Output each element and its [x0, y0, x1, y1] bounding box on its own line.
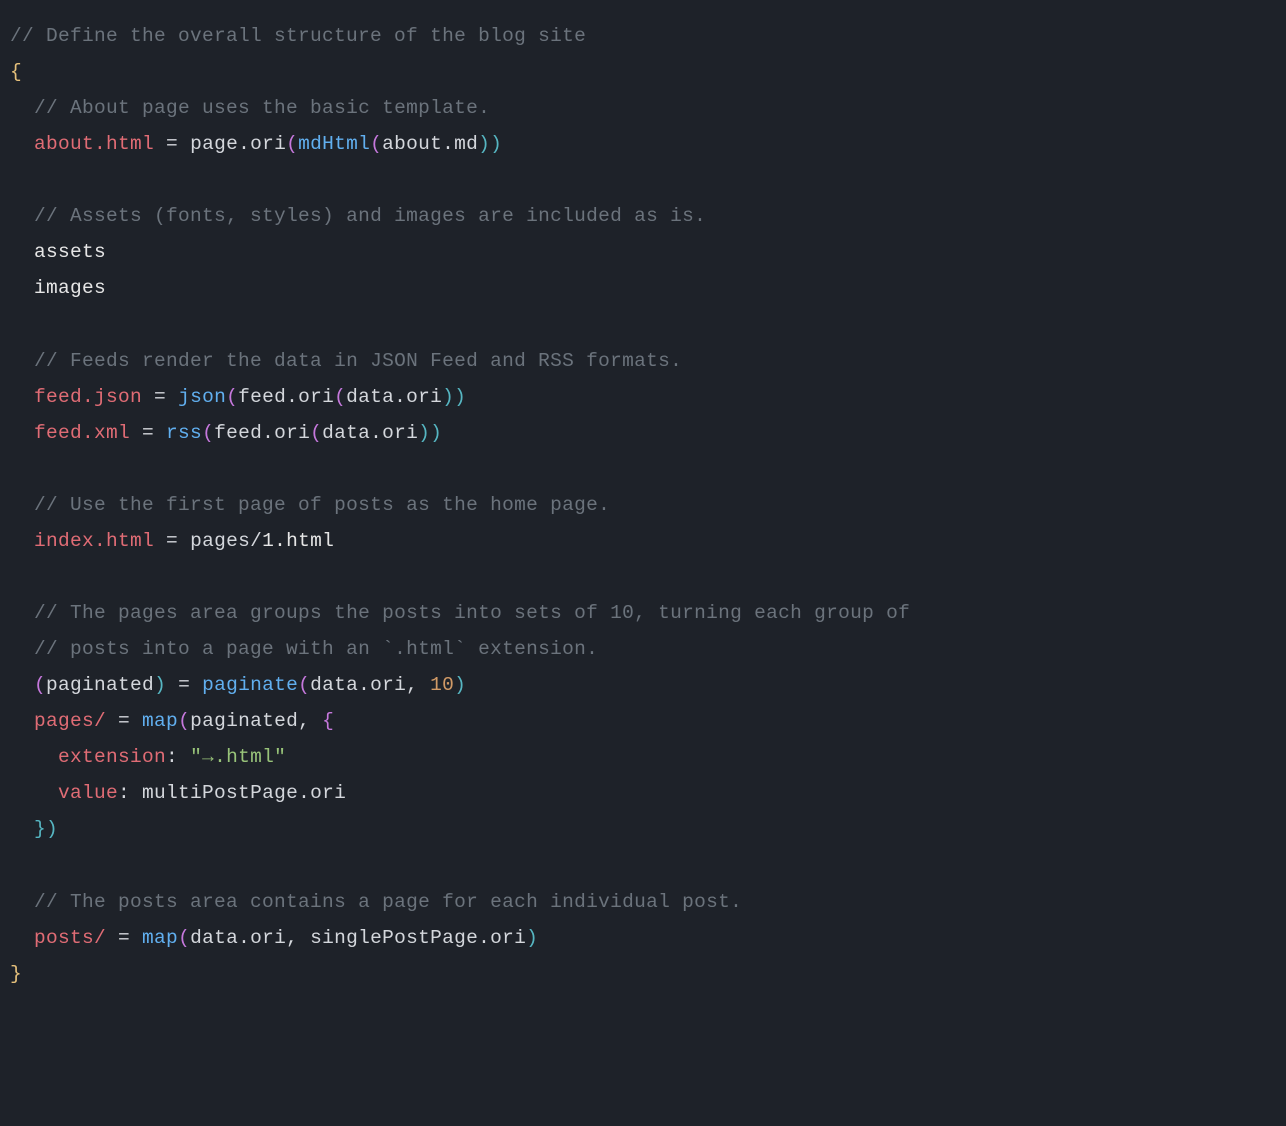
close-paren: )	[526, 927, 538, 949]
comment: // The posts area contains a page for ea…	[34, 891, 742, 913]
open-paren: (	[34, 674, 46, 696]
close-paren: )	[490, 133, 502, 155]
function: mdHtml	[298, 133, 370, 155]
op-equals: =	[130, 422, 166, 444]
close-paren: )	[418, 422, 430, 444]
identifier: data.ori	[346, 386, 442, 408]
key: about.html	[34, 133, 154, 155]
op-equals: =	[142, 386, 178, 408]
function: map	[142, 927, 178, 949]
string: "→.html"	[190, 746, 286, 768]
close-brace: }	[34, 818, 46, 840]
comment: // Feeds render the data in JSON Feed an…	[34, 350, 682, 372]
number: 10	[430, 674, 454, 696]
comma: ,	[298, 710, 322, 732]
open-paren: (	[178, 710, 190, 732]
op-equals: =	[106, 710, 142, 732]
close-paren: )	[478, 133, 490, 155]
identifier: about.md	[382, 133, 478, 155]
key: value	[58, 782, 118, 804]
close-paren: )	[46, 818, 58, 840]
open-brace: {	[322, 710, 334, 732]
identifier: feed.ori	[214, 422, 310, 444]
open-paren: (	[370, 133, 382, 155]
op-equals: =	[154, 133, 190, 155]
comma: ,	[286, 927, 310, 949]
close-paren: )	[454, 674, 466, 696]
key: feed.xml	[34, 422, 130, 444]
identifier: page.ori	[190, 133, 286, 155]
identifier: feed.ori	[238, 386, 334, 408]
identifier: multiPostPage.ori	[142, 782, 346, 804]
open-paren: (	[334, 386, 346, 408]
close-brace: }	[10, 963, 22, 985]
close-paren: )	[154, 674, 166, 696]
identifier: data.ori	[322, 422, 418, 444]
open-paren: (	[310, 422, 322, 444]
identifier: images	[34, 277, 106, 299]
open-paren: (	[226, 386, 238, 408]
open-brace: {	[10, 61, 22, 83]
code-block: // Define the overall structure of the b…	[10, 18, 1276, 992]
identifier: paginated	[46, 674, 154, 696]
comment: // About page uses the basic template.	[34, 97, 490, 119]
identifier: data.ori	[310, 674, 406, 696]
comment: // Use the first page of posts as the ho…	[34, 494, 610, 516]
colon: :	[166, 746, 190, 768]
close-paren: )	[454, 386, 466, 408]
identifier: pages/	[190, 530, 262, 552]
comma: ,	[406, 674, 430, 696]
key: feed.json	[34, 386, 142, 408]
open-paren: (	[202, 422, 214, 444]
comment: // The pages area groups the posts into …	[34, 602, 910, 624]
identifier: 1.html	[262, 530, 334, 552]
colon: :	[118, 782, 142, 804]
identifier: assets	[34, 241, 106, 263]
key: index.html	[34, 530, 154, 552]
comment: // posts into a page with an `.html` ext…	[34, 638, 598, 660]
close-paren: )	[442, 386, 454, 408]
op-equals: =	[154, 530, 190, 552]
op-equals: =	[166, 674, 202, 696]
key: posts/	[34, 927, 106, 949]
function: rss	[166, 422, 202, 444]
function: map	[142, 710, 178, 732]
comment: // Assets (fonts, styles) and images are…	[34, 205, 706, 227]
open-paren: (	[298, 674, 310, 696]
comment: // Define the overall structure of the b…	[10, 25, 586, 47]
identifier: singlePostPage.ori	[310, 927, 526, 949]
open-paren: (	[286, 133, 298, 155]
key: pages/	[34, 710, 106, 732]
function: paginate	[202, 674, 298, 696]
open-paren: (	[178, 927, 190, 949]
key: extension	[58, 746, 166, 768]
identifier: paginated	[190, 710, 298, 732]
function: json	[178, 386, 226, 408]
identifier: data.ori	[190, 927, 286, 949]
op-equals: =	[106, 927, 142, 949]
close-paren: )	[430, 422, 442, 444]
